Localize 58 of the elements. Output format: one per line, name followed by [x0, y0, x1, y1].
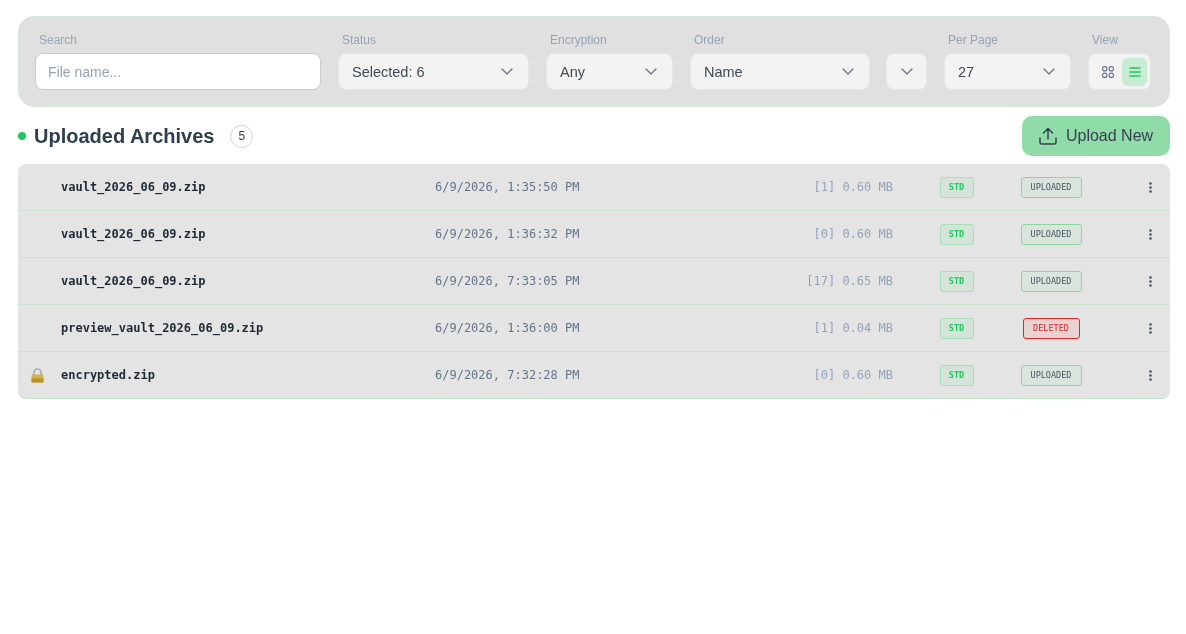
type-badge: STD: [939, 223, 974, 245]
type-badge: STD: [939, 317, 974, 339]
dropdown[interactable]: Name: [690, 53, 870, 90]
search-field[interactable]: File name...: [35, 53, 321, 90]
chevron-down-icon: [842, 68, 854, 75]
file-size: [0] 0.60 MB: [813, 227, 893, 241]
upload-date: 6/9/2026, 7:33:05 PM: [435, 274, 580, 288]
more-button[interactable]: [1148, 320, 1153, 336]
status-badge: UPLOADED: [1020, 270, 1082, 292]
more-button[interactable]: [1148, 179, 1153, 195]
more-button[interactable]: [1148, 226, 1153, 242]
status-badge: UPLOADED: [1020, 223, 1082, 245]
upload-date: 6/9/2026, 7:32:28 PM: [435, 368, 580, 382]
grid-icon: [1101, 65, 1114, 78]
type-badge: STD: [939, 364, 974, 386]
dropdown[interactable]: Selected: 6: [338, 53, 529, 90]
chevron-down-icon: [645, 68, 657, 75]
status-badge: UPLOADED: [1020, 364, 1082, 386]
upload-date: 6/9/2026, 1:35:50 PM: [435, 180, 580, 194]
list-icon: [1128, 66, 1141, 77]
type-badge: STD: [939, 270, 974, 292]
file-name: preview_vault_2026_06_09.zip: [61, 321, 264, 335]
filter-label: Encryption: [549, 32, 607, 48]
vertical-dots-icon: [1149, 181, 1152, 193]
upload-button[interactable]: Upload New: [1022, 116, 1170, 156]
file-name: encrypted.zip: [61, 368, 155, 382]
file-size: [1] 0.04 MB: [813, 321, 893, 335]
chevron-down-icon: [1043, 68, 1055, 75]
file-name: vault_2026_06_09.zip: [61, 227, 206, 241]
filter-label: Search: [38, 32, 78, 48]
file-name: vault_2026_06_09.zip: [61, 274, 206, 288]
vertical-dots-icon: [1149, 228, 1152, 240]
file-size: [1] 0.60 MB: [813, 180, 893, 194]
more-button[interactable]: [1148, 273, 1153, 289]
file-name: vault_2026_06_09.zip: [61, 180, 206, 194]
dropdown[interactable]: 27: [944, 53, 1071, 90]
filter-label: Order: [693, 32, 725, 48]
filter-label: Status: [341, 32, 377, 48]
filter-label: View: [1091, 32, 1118, 48]
chevron-down-icon: [501, 68, 513, 75]
type-badge: STD: [939, 176, 974, 198]
chevron-down-icon: [900, 68, 913, 75]
section-title: Uploaded Archives: [34, 124, 215, 148]
file-size: [0] 0.60 MB: [813, 368, 893, 382]
filter-label: Per Page: [947, 32, 999, 48]
upload-icon: [1038, 127, 1057, 145]
upload-date: 6/9/2026, 1:36:32 PM: [435, 227, 580, 241]
more-button[interactable]: [1148, 367, 1153, 383]
vertical-dots-icon: [1149, 322, 1152, 334]
file-size: [17] 0.65 MB: [806, 274, 893, 288]
upload-date: 6/9/2026, 1:36:00 PM: [435, 321, 580, 335]
status-dot-icon: [18, 132, 26, 140]
vertical-dots-icon: [1149, 369, 1152, 381]
status-badge: UPLOADED: [1020, 176, 1082, 198]
status-badge: DELETED: [1022, 317, 1080, 339]
count-badge: 5: [230, 124, 254, 148]
dropdown[interactable]: Any: [546, 53, 673, 90]
vertical-dots-icon: [1149, 275, 1152, 287]
